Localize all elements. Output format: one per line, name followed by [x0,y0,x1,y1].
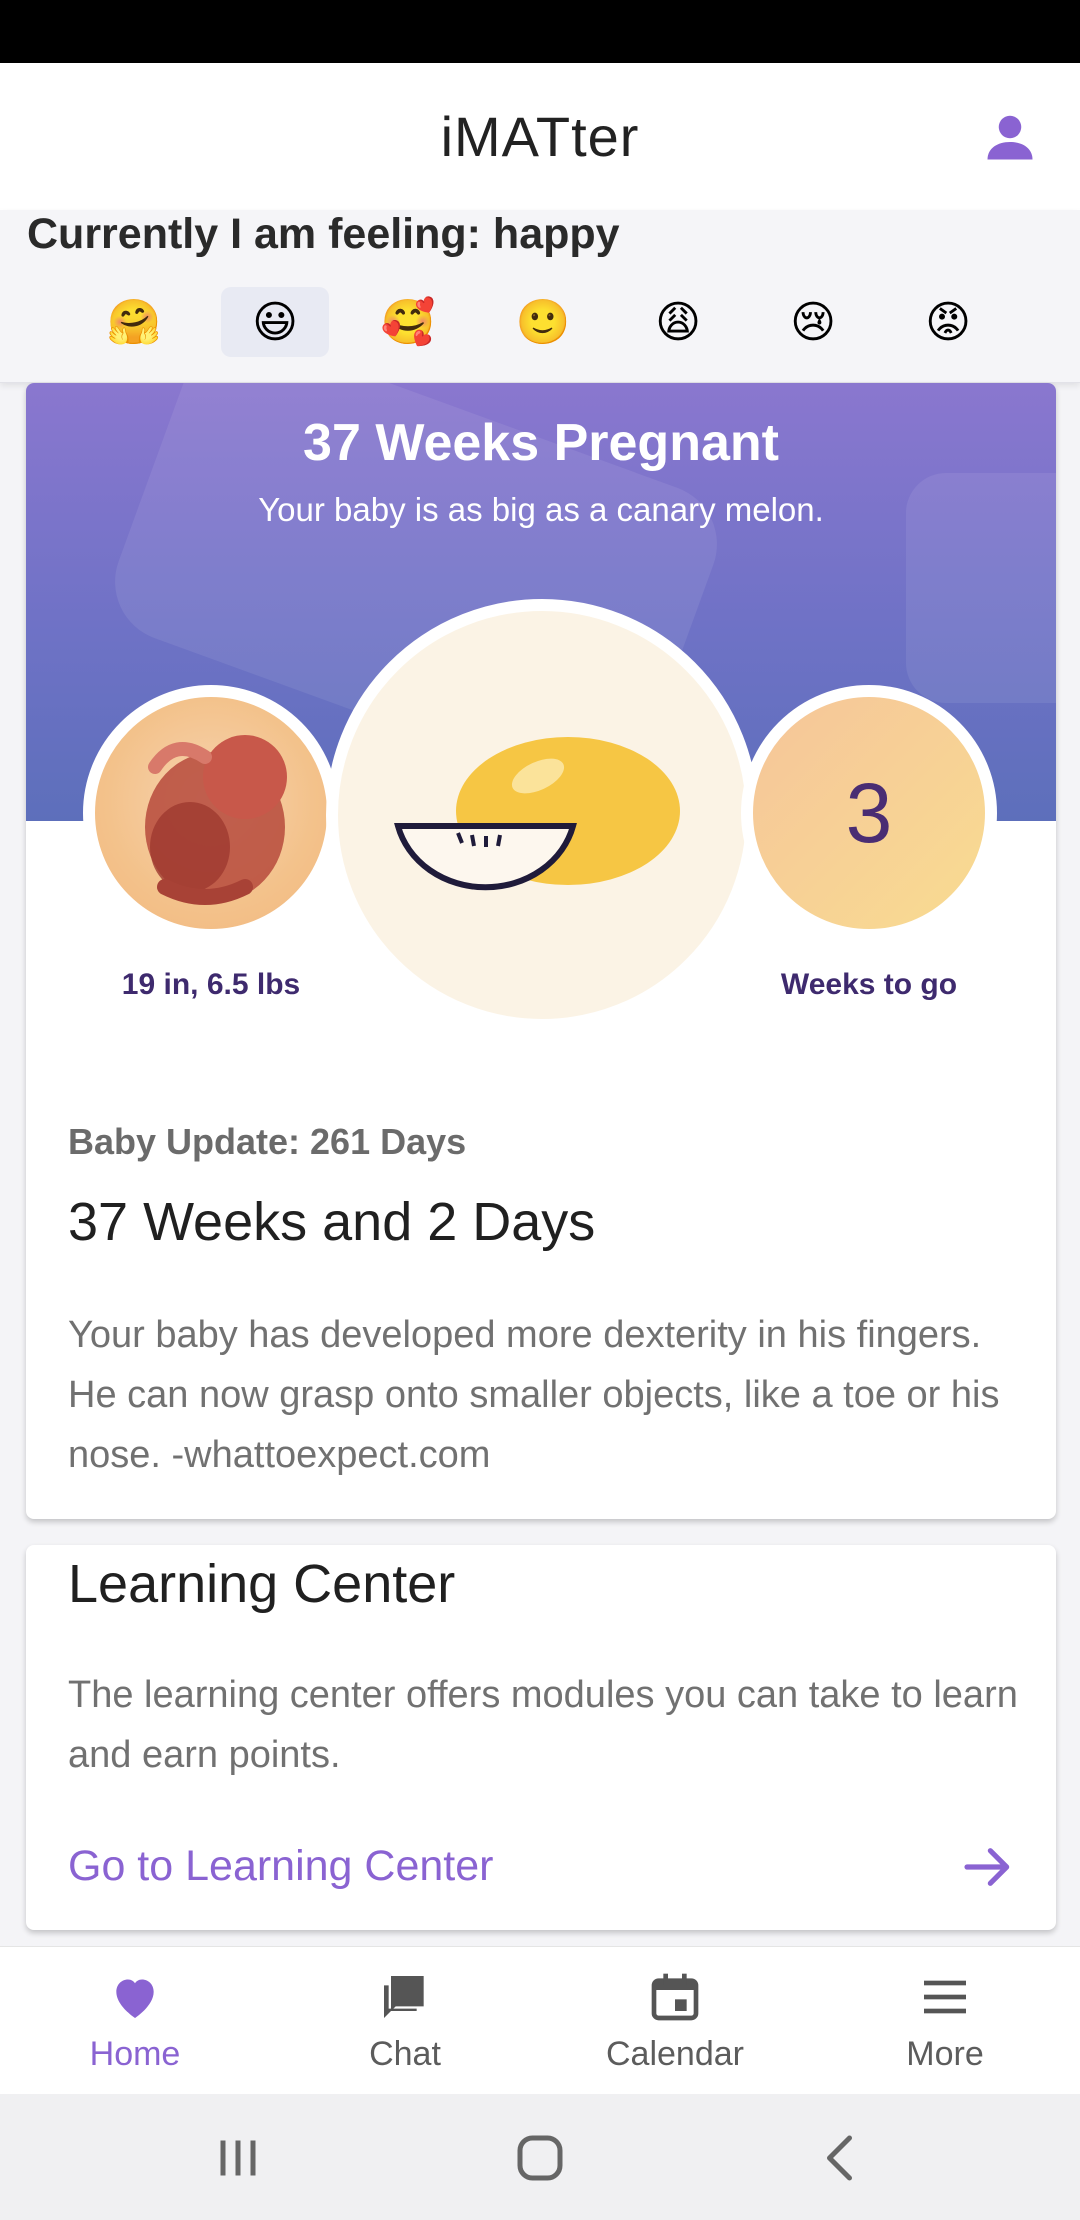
nav-home-label: Home [89,2035,181,2073]
learning-center-title: Learning Center [68,1554,456,1614]
nav-calendar-label: Calendar [606,2035,744,2073]
weary-emoji-icon: 😩 [655,297,701,347]
arrow-right-icon[interactable] [960,1839,1016,1895]
baby-update-body: Your baby has developed more dexterity i… [68,1314,1000,1476]
mood-loved-button[interactable]: 🥰 [354,287,462,357]
learning-center-card: Learning Center The learning center offe… [26,1545,1056,1930]
mood-weary-button[interactable]: 😩 [624,287,732,357]
system-navigation-bar [0,2094,1080,2220]
bottom-navigation: Home Chat Calendar More [0,1946,1080,2094]
mood-happy-button[interactable]: 😃 [221,287,329,357]
nav-chat-label: Chat [369,2035,441,2073]
hug-emoji-icon: 🤗 [106,298,162,347]
fruit-size-image [326,599,758,1031]
home-icon[interactable] [510,2128,570,2188]
mood-bar: Currently I am feeling: happy 🤗 😃 🥰 🙂 😩 … [0,210,1080,383]
weeks-to-go-value: 3 [845,765,893,860]
heart-icon [116,1979,154,2018]
nav-home[interactable]: Home [0,1947,270,2095]
baby-update-subtitle: Baby Update: 261 Days [68,1121,467,1162]
recent-apps-icon[interactable] [208,2128,268,2188]
weeks-to-go-label: Weeks to go [780,968,958,1001]
app-header: iMATter [0,63,1080,210]
nav-calendar[interactable]: Calendar [540,1947,810,2095]
back-icon[interactable] [812,2128,872,2188]
mood-label: Currently I am feeling: happy [27,210,620,258]
pregnancy-subtitle: Your baby is as big as a canary melon. [258,491,824,528]
fetus-icon [145,735,287,905]
app-title: iMATter [440,105,640,168]
mood-sad-button[interactable]: 😢 [759,287,867,357]
pregnancy-card: 37 Weeks Pregnant Your baby is as big as… [26,383,1056,1519]
mood-angry-button[interactable]: 😡 [894,287,1002,357]
mood-selector: 🤗 😃 🥰 🙂 😩 😢 😡 [80,287,1000,357]
sad-emoji-icon: 😢 [790,297,836,347]
profile-icon[interactable] [980,107,1040,167]
menu-icon [924,1980,966,2014]
fetus-image [83,685,339,941]
angry-emoji-icon: 😡 [925,297,971,347]
pregnancy-title: 37 Weeks Pregnant [303,414,779,472]
calendar-icon [651,1973,699,2021]
weeks-to-go-circle: 3 [741,685,997,941]
mood-hug-button[interactable]: 🤗 [80,287,188,357]
happy-emoji-icon: 😃 [252,297,298,347]
go-to-learning-center-link[interactable]: Go to Learning Center [68,1842,494,1891]
nav-chat[interactable]: Chat [270,1947,540,2095]
baby-size-label: 19 in, 6.5 lbs [121,968,301,1001]
nav-more[interactable]: More [810,1947,1080,2095]
melon-icon [394,737,680,891]
nav-more-label: More [906,2035,984,2073]
loved-emoji-icon: 🥰 [380,298,436,347]
learning-center-body: The learning center offers modules you c… [68,1674,1018,1776]
mood-neutral-button[interactable]: 🙂 [489,287,597,357]
chat-icon [384,1976,424,2018]
neutral-emoji-icon: 🙂 [515,298,571,347]
baby-update-title: 37 Weeks and 2 Days [68,1192,596,1252]
status-bar [0,0,1080,63]
